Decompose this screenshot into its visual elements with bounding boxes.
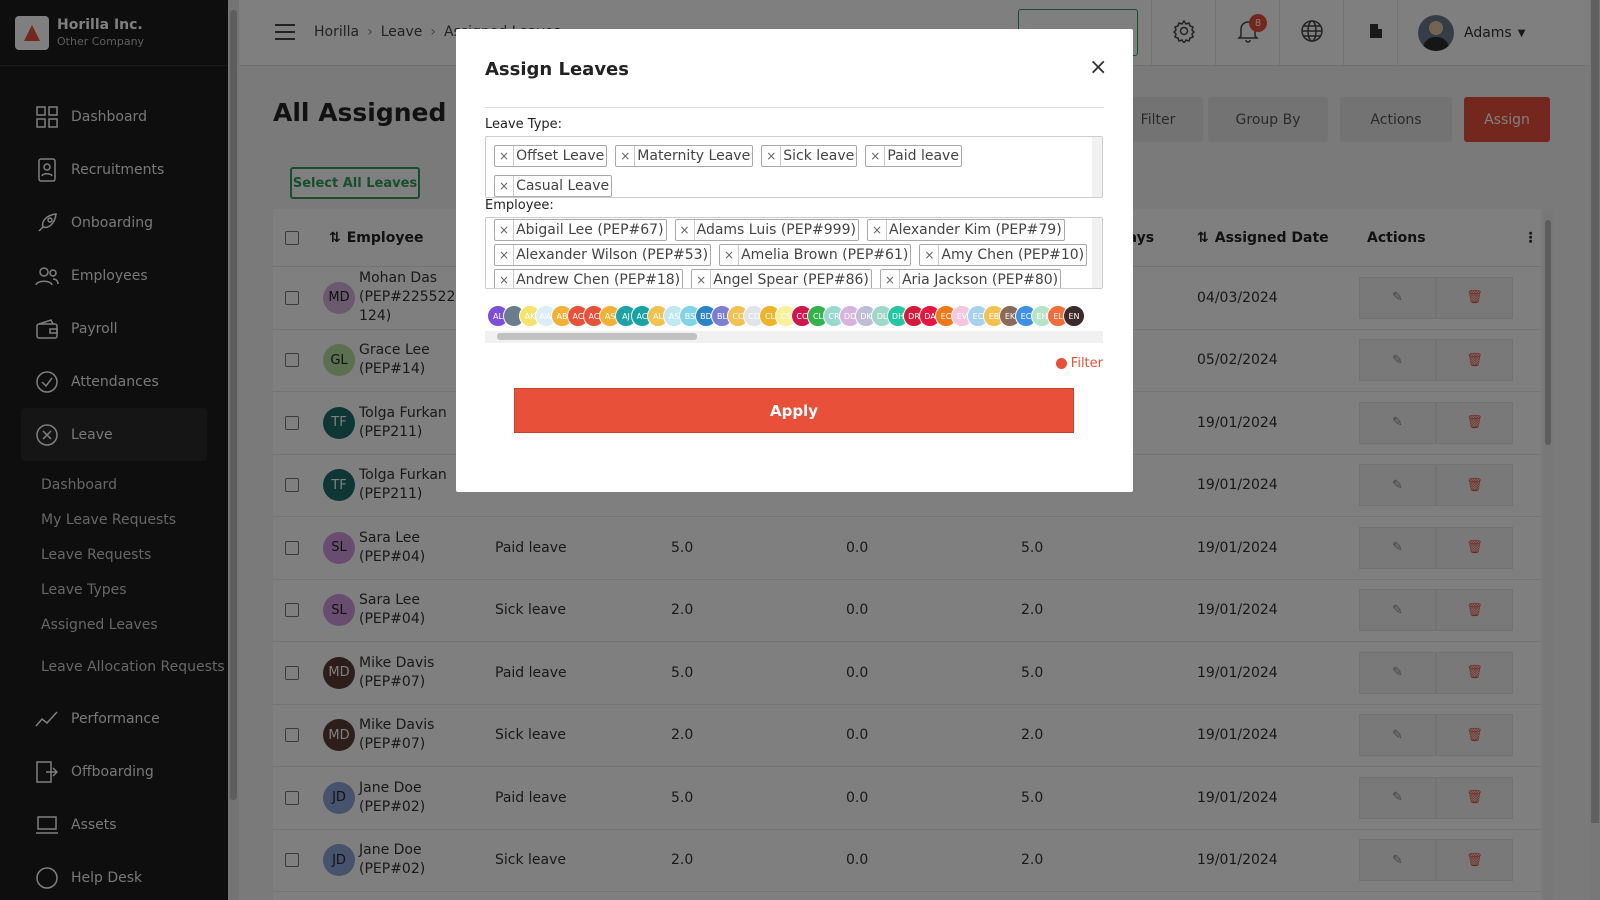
remove-tag-icon[interactable]: × [616, 146, 636, 166]
assign-leaves-modal: Assign Leaves × Leave Type: × Offset Leav… [456, 29, 1133, 492]
remove-tag-icon[interactable]: × [720, 245, 740, 265]
leave-type-scrollbar[interactable] [1092, 137, 1102, 197]
employee-tag: × Aria Jackson (PEP#80) [879, 269, 1062, 288]
close-icon[interactable]: × [1089, 57, 1107, 79]
employee-tag: × Andrew Chen (PEP#18) [494, 269, 684, 288]
divider [485, 107, 1104, 108]
remove-tag-icon[interactable]: × [920, 245, 940, 265]
tag-label: Alexander Wilson (PEP#53) [516, 247, 709, 263]
filter-icon [1055, 358, 1067, 369]
tag-label: Paid leave [887, 148, 959, 164]
tag-label: Amy Chen (PEP#10) [941, 247, 1085, 263]
employee-tag: × Amelia Brown (PEP#61) [719, 244, 912, 266]
remove-tag-icon[interactable]: × [762, 146, 782, 166]
tag-label: Andrew Chen (PEP#18) [516, 272, 681, 288]
employee-tag: × Amy Chen (PEP#10) [919, 244, 1088, 266]
remove-tag-icon[interactable]: × [866, 146, 886, 166]
remove-tag-icon[interactable]: × [495, 270, 515, 288]
employee-tag: × Alexander Wilson (PEP#53) [494, 244, 712, 266]
leave-type-label: Leave Type: [485, 117, 563, 132]
filter-link-label: Filter [1070, 356, 1103, 371]
avatar-strip-scrollbar[interactable] [485, 331, 1103, 343]
remove-tag-icon[interactable]: × [676, 220, 695, 240]
leave-type-tag: × Offset Leave [494, 145, 608, 167]
leave-type-tags: × Offset Leave × Maternity Leave × Sick leave… [486, 137, 1102, 197]
apply-button[interactable]: Apply [514, 388, 1074, 433]
employee-filter-link[interactable]: Filter [1055, 356, 1103, 371]
employee-tag: × Adams Luis (PEP#999) [674, 219, 859, 241]
leave-type-tag: × Maternity Leave [615, 145, 754, 167]
tag-label: Abigail Lee (PEP#67) [516, 222, 664, 238]
tag-label: Casual Leave [516, 178, 610, 194]
employee-multiselect[interactable]: × Abigail Lee (PEP#67) × Adams Luis (PEP#99… [485, 217, 1103, 289]
remove-tag-icon[interactable]: × [495, 146, 515, 166]
remove-tag-icon[interactable]: × [495, 220, 515, 240]
leave-type-tag: × Sick leave [761, 145, 858, 167]
remove-tag-icon[interactable]: × [495, 176, 515, 196]
remove-tag-icon[interactable]: × [868, 220, 888, 240]
avatar-strip-scrollbar-thumb[interactable] [497, 333, 697, 340]
remove-tag-icon[interactable]: × [881, 270, 900, 288]
leave-type-tag: × Casual Leave [494, 175, 613, 197]
employee-avatar[interactable]: EN [1063, 305, 1085, 327]
remove-tag-icon[interactable]: × [495, 245, 515, 265]
tag-label: Amelia Brown (PEP#61) [741, 247, 909, 263]
employee-tag: × Alexander Kim (PEP#79) [866, 219, 1065, 241]
employee-scrollbar[interactable] [1092, 218, 1102, 288]
leave-type-tag: × Paid leave [865, 145, 962, 167]
tag-label: Angel Spear (PEP#86) [713, 272, 869, 288]
employee-tag: × Angel Spear (PEP#86) [691, 269, 872, 288]
remove-tag-icon[interactable]: × [692, 270, 712, 288]
leave-type-multiselect[interactable]: × Offset Leave × Maternity Leave × Sick leave… [485, 136, 1103, 198]
employee-label: Employee: [485, 198, 554, 213]
tag-label: Alexander Kim (PEP#79) [889, 222, 1062, 238]
tag-label: Maternity Leave [637, 148, 751, 164]
tag-label: Offset Leave [516, 148, 605, 164]
tag-label: Adams Luis (PEP#999) [696, 222, 856, 238]
tag-label: Sick leave [783, 148, 855, 164]
tag-label: Aria Jackson (PEP#80) [901, 272, 1059, 288]
employee-tag: × Abigail Lee (PEP#67) [494, 219, 667, 241]
modal-title: Assign Leaves [485, 59, 629, 80]
employee-tags: × Abigail Lee (PEP#67) × Adams Luis (PEP#99… [486, 218, 1102, 288]
